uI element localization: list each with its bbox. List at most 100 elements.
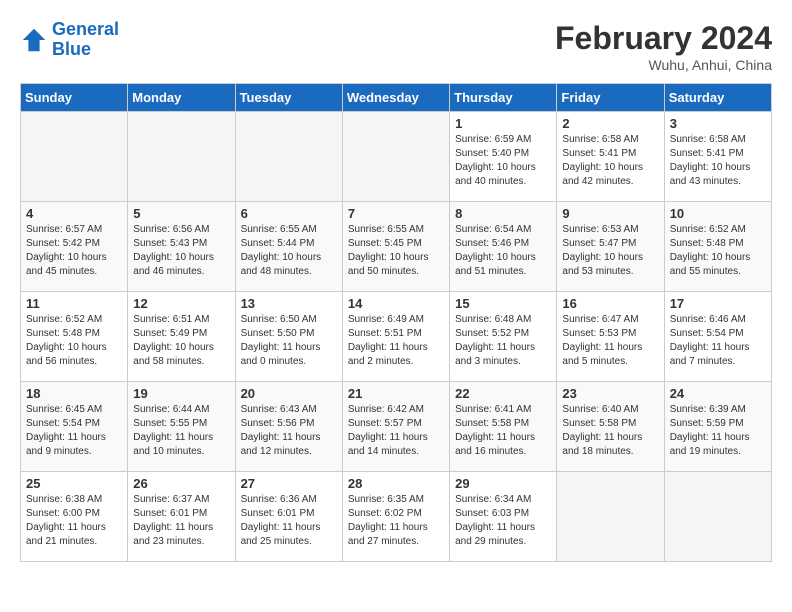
day-number: 15 — [455, 296, 551, 311]
day-number: 4 — [26, 206, 122, 221]
day-number: 14 — [348, 296, 444, 311]
day-number: 2 — [562, 116, 658, 131]
calendar-cell — [664, 472, 771, 562]
day-info: Sunrise: 6:58 AMSunset: 5:41 PMDaylight:… — [562, 133, 658, 189]
day-number: 27 — [241, 476, 337, 491]
day-number: 9 — [562, 206, 658, 221]
calendar-cell: 24 Sunrise: 6:39 AMSunset: 5:59 PMDayligh… — [664, 382, 771, 472]
day-number: 25 — [26, 476, 122, 491]
calendar-week-3: 18 Sunrise: 6:45 AMSunset: 5:54 PMDayligh… — [21, 382, 772, 472]
calendar-cell: 27 Sunrise: 6:36 AMSunset: 6:01 PMDayligh… — [235, 472, 342, 562]
day-number: 12 — [133, 296, 229, 311]
calendar-week-4: 25 Sunrise: 6:38 AMSunset: 6:00 PMDayligh… — [21, 472, 772, 562]
day-number: 22 — [455, 386, 551, 401]
calendar-cell — [557, 472, 664, 562]
calendar-header-row: SundayMondayTuesdayWednesdayThursdayFrid… — [21, 84, 772, 112]
day-number: 7 — [348, 206, 444, 221]
day-number: 24 — [670, 386, 766, 401]
day-info: Sunrise: 6:45 AMSunset: 5:54 PMDaylight:… — [26, 403, 122, 459]
day-number: 8 — [455, 206, 551, 221]
header-tuesday: Tuesday — [235, 84, 342, 112]
calendar-cell — [128, 112, 235, 202]
calendar-cell: 5Sunrise: 6:56 AMSunset: 5:43 PMDaylight… — [128, 202, 235, 292]
calendar-week-0: 1Sunrise: 6:59 AMSunset: 5:40 PMDaylight… — [21, 112, 772, 202]
calendar-cell: 2 Sunrise: 6:58 AMSunset: 5:41 PMDaylight… — [557, 112, 664, 202]
calendar-cell — [342, 112, 449, 202]
calendar-cell: 16 Sunrise: 6:47 AMSunset: 5:53 PMDayligh… — [557, 292, 664, 382]
day-info: Sunrise: 6:52 AMSunset: 5:48 PMDaylight:… — [670, 223, 766, 279]
logo: General Blue — [20, 20, 119, 60]
day-info: Sunrise: 6:38 AMSunset: 6:00 PMDaylight:… — [26, 493, 122, 549]
calendar-cell: 14 Sunrise: 6:49 AMSunset: 5:51 PMDayligh… — [342, 292, 449, 382]
day-number: 6 — [241, 206, 337, 221]
day-number: 17 — [670, 296, 766, 311]
day-info: Sunrise: 6:39 AMSunset: 5:59 PMDaylight:… — [670, 403, 766, 459]
logo-text: General Blue — [52, 20, 119, 60]
day-number: 16 — [562, 296, 658, 311]
day-number: 21 — [348, 386, 444, 401]
title-block: February 2024 Wuhu, Anhui, China — [555, 20, 772, 73]
day-info: Sunrise: 6:57 AMSunset: 5:42 PMDaylight:… — [26, 223, 122, 279]
day-number: 5 — [133, 206, 229, 221]
day-number: 18 — [26, 386, 122, 401]
calendar-cell: 22 Sunrise: 6:41 AMSunset: 5:58 PMDayligh… — [450, 382, 557, 472]
day-info: Sunrise: 6:40 AMSunset: 5:58 PMDaylight:… — [562, 403, 658, 459]
calendar-cell: 8 Sunrise: 6:54 AMSunset: 5:46 PMDaylight… — [450, 202, 557, 292]
calendar-cell: 4 Sunrise: 6:57 AMSunset: 5:42 PMDaylight… — [21, 202, 128, 292]
day-info: Sunrise: 6:49 AMSunset: 5:51 PMDaylight:… — [348, 313, 444, 369]
page-header: General Blue February 2024 Wuhu, Anhui, … — [20, 20, 772, 73]
day-info: Sunrise: 6:42 AMSunset: 5:57 PMDaylight:… — [348, 403, 444, 459]
calendar-cell: 26 Sunrise: 6:37 AMSunset: 6:01 PMDayligh… — [128, 472, 235, 562]
header-thursday: Thursday — [450, 84, 557, 112]
calendar-cell: 6 Sunrise: 6:55 AMSunset: 5:44 PMDaylight… — [235, 202, 342, 292]
calendar-cell — [235, 112, 342, 202]
day-info: Sunrise: 6:51 AMSunset: 5:49 PMDaylight:… — [133, 313, 229, 369]
day-number: 26 — [133, 476, 229, 491]
day-info: Sunrise: 6:53 AMSunset: 5:47 PMDaylight:… — [562, 223, 658, 279]
day-number: 1 — [455, 116, 551, 131]
calendar-cell: 11 Sunrise: 6:52 AMSunset: 5:48 PMDayligh… — [21, 292, 128, 382]
header-friday: Friday — [557, 84, 664, 112]
calendar-cell: 18 Sunrise: 6:45 AMSunset: 5:54 PMDayligh… — [21, 382, 128, 472]
calendar-cell: 7 Sunrise: 6:55 AMSunset: 5:45 PMDaylight… — [342, 202, 449, 292]
day-info: Sunrise: 6:36 AMSunset: 6:01 PMDaylight:… — [241, 493, 337, 549]
day-info: Sunrise: 6:34 AMSunset: 6:03 PMDaylight:… — [455, 493, 551, 549]
calendar-cell: 19Sunrise: 6:44 AMSunset: 5:55 PMDayligh… — [128, 382, 235, 472]
day-number: 11 — [26, 296, 122, 311]
day-info: Sunrise: 6:58 AMSunset: 5:41 PMDaylight:… — [670, 133, 766, 189]
day-number: 13 — [241, 296, 337, 311]
logo-line2: Blue — [52, 39, 91, 59]
logo-line1: General — [52, 19, 119, 39]
day-number: 28 — [348, 476, 444, 491]
header-wednesday: Wednesday — [342, 84, 449, 112]
day-number: 3 — [670, 116, 766, 131]
calendar-cell: 12 Sunrise: 6:51 AMSunset: 5:49 PMDayligh… — [128, 292, 235, 382]
day-info: Sunrise: 6:50 AMSunset: 5:50 PMDaylight:… — [241, 313, 337, 369]
day-info: Sunrise: 6:35 AMSunset: 6:02 PMDaylight:… — [348, 493, 444, 549]
day-info: Sunrise: 6:43 AMSunset: 5:56 PMDaylight:… — [241, 403, 337, 459]
calendar-week-1: 4 Sunrise: 6:57 AMSunset: 5:42 PMDaylight… — [21, 202, 772, 292]
calendar-cell: 17 Sunrise: 6:46 AMSunset: 5:54 PMDayligh… — [664, 292, 771, 382]
day-info: Sunrise: 6:41 AMSunset: 5:58 PMDaylight:… — [455, 403, 551, 459]
header-monday: Monday — [128, 84, 235, 112]
day-info: Sunrise: 6:37 AMSunset: 6:01 PMDaylight:… — [133, 493, 229, 549]
logo-icon — [20, 26, 48, 54]
header-sunday: Sunday — [21, 84, 128, 112]
header-saturday: Saturday — [664, 84, 771, 112]
day-info: Sunrise: 6:55 AMSunset: 5:45 PMDaylight:… — [348, 223, 444, 279]
day-info: Sunrise: 6:47 AMSunset: 5:53 PMDaylight:… — [562, 313, 658, 369]
day-number: 20 — [241, 386, 337, 401]
calendar-table: SundayMondayTuesdayWednesdayThursdayFrid… — [20, 83, 772, 562]
calendar-cell: 23Sunrise: 6:40 AMSunset: 5:58 PMDayligh… — [557, 382, 664, 472]
day-info: Sunrise: 6:55 AMSunset: 5:44 PMDaylight:… — [241, 223, 337, 279]
day-info: Sunrise: 6:46 AMSunset: 5:54 PMDaylight:… — [670, 313, 766, 369]
month-year: February 2024 — [555, 20, 772, 57]
calendar-cell: 15Sunrise: 6:48 AMSunset: 5:52 PMDayligh… — [450, 292, 557, 382]
calendar-cell: 13 Sunrise: 6:50 AMSunset: 5:50 PMDayligh… — [235, 292, 342, 382]
day-info: Sunrise: 6:52 AMSunset: 5:48 PMDaylight:… — [26, 313, 122, 369]
day-info: Sunrise: 6:54 AMSunset: 5:46 PMDaylight:… — [455, 223, 551, 279]
calendar-cell: 10Sunrise: 6:52 AMSunset: 5:48 PMDayligh… — [664, 202, 771, 292]
calendar-cell: 25 Sunrise: 6:38 AMSunset: 6:00 PMDayligh… — [21, 472, 128, 562]
day-info: Sunrise: 6:44 AMSunset: 5:55 PMDaylight:… — [133, 403, 229, 459]
calendar-cell: 1Sunrise: 6:59 AMSunset: 5:40 PMDaylight… — [450, 112, 557, 202]
